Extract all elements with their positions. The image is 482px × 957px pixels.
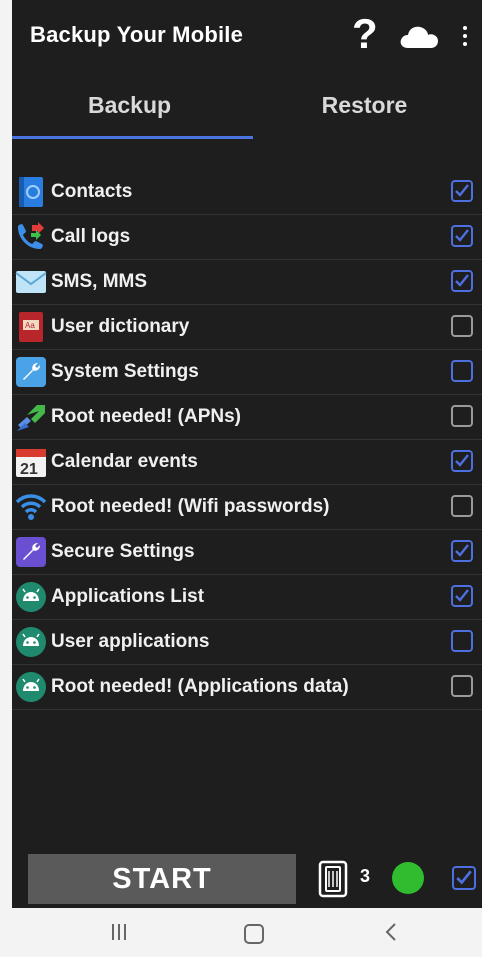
backup-items-list: Contacts Call logs SMS, MMS Aa User dict… [12, 170, 482, 710]
item-label: Call logs [51, 226, 131, 247]
checkbox-call-logs[interactable] [451, 225, 473, 247]
calendar-day-text: 21 [20, 461, 38, 478]
cloud-icon[interactable] [398, 24, 442, 50]
storage-count: 3 [360, 866, 371, 886]
item-label: User dictionary [51, 316, 190, 337]
system-nav-bar [12, 908, 482, 957]
android-icon [14, 626, 48, 658]
list-item-applications-data[interactable]: Root needed! (Applications data) [12, 665, 482, 710]
tab-indicator [12, 136, 253, 139]
item-label: Root needed! (Applications data) [51, 676, 349, 697]
android-icon [14, 581, 48, 613]
item-label: System Settings [51, 361, 199, 382]
list-item-call-logs[interactable]: Call logs [12, 215, 482, 260]
help-icon[interactable]: ? [352, 10, 378, 58]
call-logs-icon [14, 221, 48, 253]
sd-card-icon[interactable] [318, 860, 348, 898]
system-settings-icon [14, 356, 48, 388]
list-item-apns[interactable]: Root needed! (APNs) [12, 395, 482, 440]
item-label: Calendar events [51, 451, 198, 472]
list-item-system-settings[interactable]: System Settings [12, 350, 482, 395]
sms-icon [14, 266, 48, 298]
list-item-wifi-passwords[interactable]: Root needed! (Wifi passwords) [12, 485, 482, 530]
app-bar: Backup Your Mobile ? [12, 0, 482, 70]
android-icon [14, 671, 48, 703]
checkbox-apns[interactable] [451, 405, 473, 427]
calendar-icon: 21 [14, 446, 48, 478]
start-button[interactable]: START [28, 854, 296, 904]
tab-bar: Backup Restore [12, 70, 482, 140]
item-label: SMS, MMS [51, 271, 148, 292]
item-label: Applications List [51, 586, 205, 607]
svg-text:Aa: Aa [25, 321, 35, 330]
item-label: Root needed! (APNs) [51, 406, 241, 427]
list-item-applications-list[interactable]: Applications List [12, 575, 482, 620]
checkbox-system-settings[interactable] [451, 360, 473, 382]
checkbox-applications-data[interactable] [451, 675, 473, 697]
home-icon[interactable] [244, 924, 264, 944]
checkbox-calendar-events[interactable] [451, 450, 473, 472]
checkbox-contacts[interactable] [451, 180, 473, 202]
wifi-icon [14, 491, 48, 523]
item-label: User applications [51, 631, 210, 652]
list-item-user-applications[interactable]: User applications [12, 620, 482, 665]
list-item-calendar-events[interactable]: 21 Calendar events [12, 440, 482, 485]
status-indicator [392, 862, 424, 894]
tab-restore[interactable]: Restore [247, 70, 482, 140]
secure-settings-icon [14, 536, 48, 568]
list-item-contacts[interactable]: Contacts [12, 170, 482, 215]
item-label: Secure Settings [51, 541, 195, 562]
bottom-checkbox[interactable] [452, 866, 476, 890]
item-label: Contacts [51, 181, 133, 202]
dictionary-icon: Aa [14, 311, 48, 343]
back-icon[interactable] [384, 922, 398, 942]
checkbox-applications-list[interactable] [451, 585, 473, 607]
list-item-sms-mms[interactable]: SMS, MMS [12, 260, 482, 305]
checkbox-wifi-passwords[interactable] [451, 495, 473, 517]
list-item-user-dictionary[interactable]: Aa User dictionary [12, 305, 482, 350]
apn-icon [14, 401, 48, 433]
contacts-icon [14, 176, 48, 208]
checkbox-user-dictionary[interactable] [451, 315, 473, 337]
list-item-secure-settings[interactable]: Secure Settings [12, 530, 482, 575]
checkbox-secure-settings[interactable] [451, 540, 473, 562]
item-label: Root needed! (Wifi passwords) [51, 496, 330, 517]
app-screen: Backup Your Mobile ? Backup Restore Cont… [12, 0, 482, 957]
app-title: Backup Your Mobile [30, 22, 244, 47]
recent-apps-icon[interactable] [112, 924, 132, 942]
tab-backup[interactable]: Backup [12, 70, 247, 140]
checkbox-user-applications[interactable] [451, 630, 473, 652]
checkbox-sms-mms[interactable] [451, 270, 473, 292]
more-options-icon[interactable] [462, 26, 468, 48]
